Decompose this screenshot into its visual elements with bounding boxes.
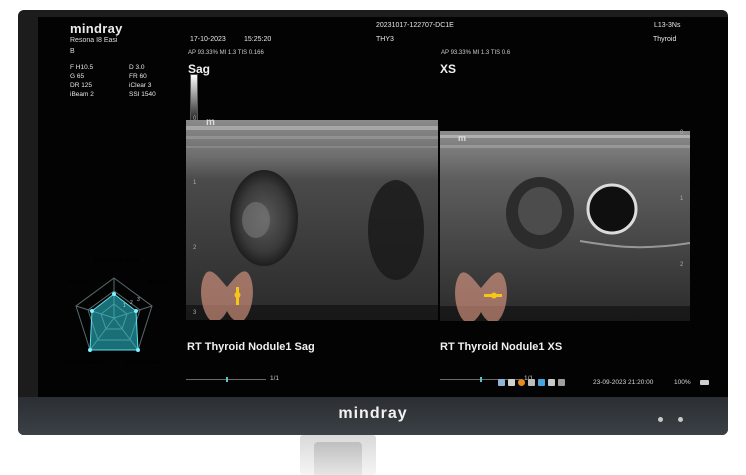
lock-icon[interactable] <box>558 379 565 386</box>
thyroid-body-marker <box>455 272 507 321</box>
radar-label: Composition <box>124 359 161 366</box>
preset-code: THY3 <box>376 36 394 43</box>
image-caption-sag: RT Thyroid Nodule1 Sag <box>187 341 315 353</box>
depth-marker-xs: m <box>458 133 467 143</box>
acoustic-info-xs: AP 93.33% MI 1.3 TIS 0.6 <box>441 50 511 56</box>
param-item: iBeam 2 <box>70 91 94 98</box>
depth-tick: 1 <box>680 196 684 202</box>
view-label-xs: XS <box>440 62 457 76</box>
depth-tick: 3 <box>193 310 197 316</box>
depth-tick: 2 <box>193 245 197 251</box>
sensor-dot <box>678 417 683 422</box>
cine-slider-handle[interactable] <box>226 377 228 382</box>
system-datetime: 23-09-2023 21:20:00 <box>593 379 654 386</box>
radar-scale-tick: 3 <box>137 297 140 303</box>
radar-label: Shape <box>67 278 86 285</box>
exam-time: 15:25:20 <box>244 36 272 43</box>
battery-level: 100% <box>674 379 691 386</box>
exam-date: 17-10-2023 <box>190 36 226 43</box>
network-icon[interactable] <box>498 379 505 386</box>
param-item: D 3.0 <box>129 64 145 71</box>
device-model: Resona I8 Easi <box>70 37 118 44</box>
radar-label: Margin <box>147 279 167 286</box>
thyroid-body-marker <box>201 271 253 320</box>
warning-icon[interactable] <box>518 379 525 386</box>
probe-name: L13-3Ns <box>654 22 681 29</box>
acoustic-info-sag: AP 93.33% MI 1.3 TIS 0.166 <box>188 50 264 56</box>
depth-tick: 2 <box>680 262 684 268</box>
param-item: DR 125 <box>70 82 93 89</box>
power-led <box>658 417 663 422</box>
monitor-bezel: mindray <box>18 397 728 435</box>
imaging-mode: B <box>70 48 75 55</box>
frame-counter-sag: 1/1 <box>270 375 280 382</box>
study-id: 20231017-122707-DC1E <box>376 22 454 29</box>
depth-tick: 1 <box>193 180 197 186</box>
bezel-logo: mindray <box>338 405 408 422</box>
depth-marker-sag: m <box>206 117 215 128</box>
stand-neck <box>314 442 362 475</box>
image-caption-xs: RT Thyroid Nodule1 XS <box>440 341 563 353</box>
param-item: iClear 3 <box>129 82 152 89</box>
storage-icon[interactable] <box>548 379 555 386</box>
cine-slider-handle[interactable] <box>480 377 482 382</box>
brand-logo: mindray <box>70 21 123 36</box>
exam-preset: Thyroid <box>653 36 677 43</box>
radar-scale-tick: 1 <box>123 303 126 309</box>
radar-scale-tick: 2 <box>130 300 133 306</box>
param-item: G 65 <box>70 73 85 80</box>
param-item: F H10.5 <box>70 64 94 71</box>
settings-icon[interactable] <box>528 379 535 386</box>
radar-label: Echogenicity <box>66 359 103 366</box>
printer-icon[interactable] <box>508 379 515 386</box>
battery-icon <box>700 380 709 385</box>
depth-tick: 0 <box>193 116 197 122</box>
depth-tick: 0 <box>680 130 684 136</box>
ultrasound-image-xs <box>440 131 690 321</box>
radar-grid <box>75 277 153 352</box>
param-item: FR 60 <box>129 73 147 80</box>
param-item: SSI 1540 <box>129 91 156 98</box>
ultrasound-image-sag <box>186 120 438 320</box>
usb-icon[interactable] <box>538 379 545 386</box>
radar-label: Echogenic Foci <box>94 257 139 264</box>
